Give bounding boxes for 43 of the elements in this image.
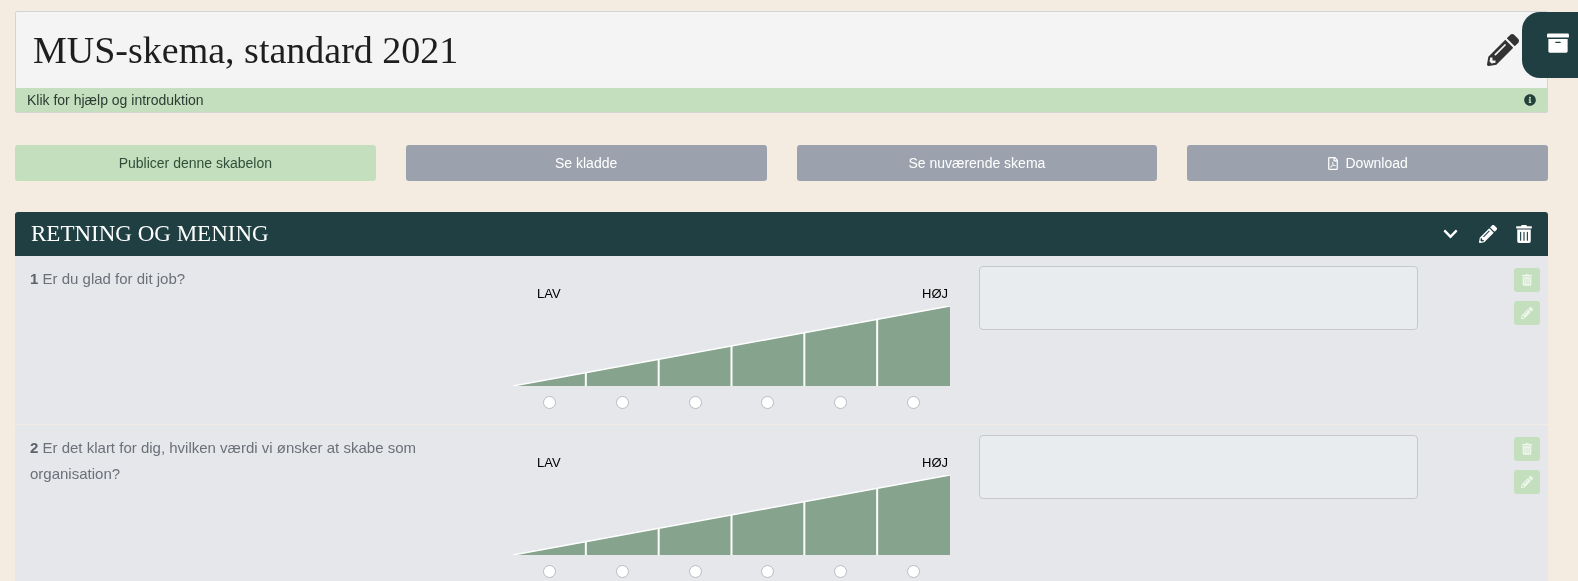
edit-icon[interactable] bbox=[1487, 34, 1519, 66]
radio-button[interactable] bbox=[542, 396, 556, 409]
radio-button[interactable] bbox=[761, 565, 775, 578]
question-text: 2 Er det klart for dig, hvilken værdi vi ønsker at skabe som organisation? bbox=[30, 438, 417, 484]
help-text: Klik for hjælp og introduktion bbox=[27, 90, 204, 110]
download-button[interactable]: Download bbox=[1187, 145, 1548, 181]
radio-button[interactable] bbox=[688, 565, 702, 578]
delete-icon[interactable] bbox=[1516, 225, 1532, 243]
action-button[interactable]: Se nuværende skema bbox=[796, 145, 1158, 181]
delete-icon bbox=[1522, 443, 1532, 455]
question-text: 1 Er du glad for dit job? bbox=[30, 269, 187, 289]
radio-button[interactable] bbox=[761, 396, 775, 409]
edit-icon bbox=[1521, 307, 1533, 319]
action-button[interactable]: Publicer denne skabelon bbox=[15, 145, 376, 181]
delete-icon bbox=[1522, 274, 1532, 286]
edit-button[interactable] bbox=[1514, 301, 1540, 325]
edit-icon bbox=[1521, 476, 1533, 488]
archive-icon bbox=[1546, 32, 1570, 54]
edit-icon[interactable] bbox=[1479, 225, 1497, 243]
scale-high-label: HØJ bbox=[922, 454, 948, 472]
radio-button[interactable] bbox=[615, 396, 629, 409]
scale-low-label: LAV bbox=[537, 285, 561, 303]
radio-button[interactable] bbox=[907, 565, 921, 578]
radio-button[interactable] bbox=[542, 565, 556, 578]
info-icon bbox=[1524, 94, 1536, 106]
radio-button[interactable] bbox=[907, 396, 921, 409]
section-title: RETNING OG MENING bbox=[31, 219, 269, 248]
scale-low-label: LAV bbox=[537, 454, 561, 472]
page-title: MUS-skema, standard 2021 bbox=[33, 27, 459, 73]
radio-button[interactable] bbox=[615, 565, 629, 578]
radio-button[interactable] bbox=[688, 396, 702, 409]
pdf-icon bbox=[1327, 156, 1340, 170]
radio-button[interactable] bbox=[834, 565, 848, 578]
delete-button[interactable] bbox=[1514, 268, 1540, 292]
scale-high-label: HØJ bbox=[922, 285, 948, 303]
delete-button[interactable] bbox=[1514, 437, 1540, 461]
help-bar[interactable]: Klik for hjælp og introduktion bbox=[16, 88, 1547, 112]
radio-button[interactable] bbox=[834, 396, 848, 409]
edit-button[interactable] bbox=[1514, 470, 1540, 494]
action-button[interactable]: Se kladde bbox=[405, 145, 767, 181]
answer-field[interactable] bbox=[979, 435, 1418, 499]
archive-button[interactable] bbox=[1522, 12, 1578, 78]
answer-field[interactable] bbox=[979, 266, 1418, 330]
